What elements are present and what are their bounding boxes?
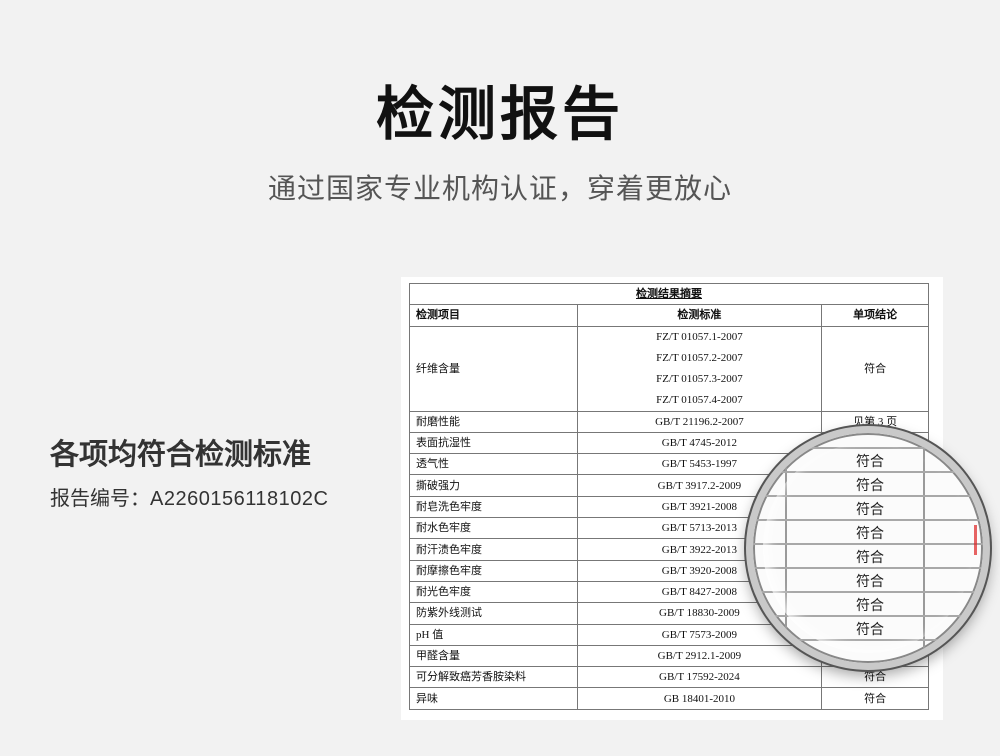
row-standard: GB 18401-2010 xyxy=(576,687,823,710)
row-standards: FZ/T 01057.1-2007 FZ/T 01057.2-2007 FZ/T… xyxy=(576,325,823,412)
row-item: 表面抗湿性 xyxy=(409,431,578,455)
table-row: 可分解致癌芳香胺染料 GB/T 17592-2024 符合 xyxy=(409,666,929,689)
row-item: pH 值 xyxy=(409,623,578,646)
row-item: 耐汗渍色牢度 xyxy=(409,538,578,561)
row-item: 透气性 xyxy=(409,453,578,476)
report-number-value: A2260156118102C xyxy=(150,488,329,510)
row-result: 符合 xyxy=(821,666,929,689)
report-number-label: 报告编号： xyxy=(50,486,150,510)
row-standard: FZ/T 01057.3-2007 xyxy=(656,372,743,385)
row-item: 耐水色牢度 xyxy=(409,517,578,540)
row-item: 撕破强力 xyxy=(409,474,578,497)
compliance-heading: 各项均符合检测标准 xyxy=(50,437,312,471)
header-standard: 检测标准 xyxy=(576,304,823,327)
row-standard: GB/T 17592-2024 xyxy=(576,666,823,689)
header-item: 检测项目 xyxy=(409,304,578,327)
row-result: 符合 xyxy=(821,687,929,710)
lens-glare xyxy=(763,443,973,653)
table-row: 纤维含量 FZ/T 01057.1-2007 FZ/T 01057.2-2007… xyxy=(409,325,929,412)
row-result: 符合 xyxy=(821,325,929,412)
table-row: 异味 GB 18401-2010 符合 xyxy=(409,687,929,710)
row-standard: GB/T 21196.2-2007 xyxy=(576,410,823,433)
row-standard: FZ/T 01057.1-2007 xyxy=(656,330,743,343)
row-item: 甲醛含量 xyxy=(409,644,578,668)
page-subtitle: 通过国家专业机构认证，穿着更放心 xyxy=(267,172,732,205)
row-item: 耐光色牢度 xyxy=(409,580,578,604)
row-item: 防紫外线测试 xyxy=(409,602,578,625)
row-item: 纤维含量 xyxy=(409,325,578,412)
report-number-line: 报告编号：A2260156118102C xyxy=(50,484,328,513)
row-item: 耐皂洗色牢度 xyxy=(409,495,578,519)
row-item: 可分解致癌芳香胺染料 xyxy=(409,666,578,689)
row-item: 异味 xyxy=(409,687,578,710)
magnifier-lens: 符合 符合 符合 符合 符合 符合 符合 符合 xyxy=(746,426,990,670)
table-caption-row: 检测结果摘要 xyxy=(409,282,929,306)
row-item: 耐磨性能 xyxy=(409,410,578,433)
table-header-row: 检测项目 检测标准 单项结论 xyxy=(409,304,929,327)
row-standard: FZ/T 01057.4-2007 xyxy=(656,393,743,406)
stamp-mark xyxy=(974,525,977,555)
row-item: 耐摩擦色牢度 xyxy=(409,559,578,582)
table-caption: 检测结果摘要 xyxy=(409,282,929,306)
header-result: 单项结论 xyxy=(821,304,929,327)
page-title: 检测报告 xyxy=(375,80,624,148)
row-standard: FZ/T 01057.2-2007 xyxy=(656,351,743,364)
